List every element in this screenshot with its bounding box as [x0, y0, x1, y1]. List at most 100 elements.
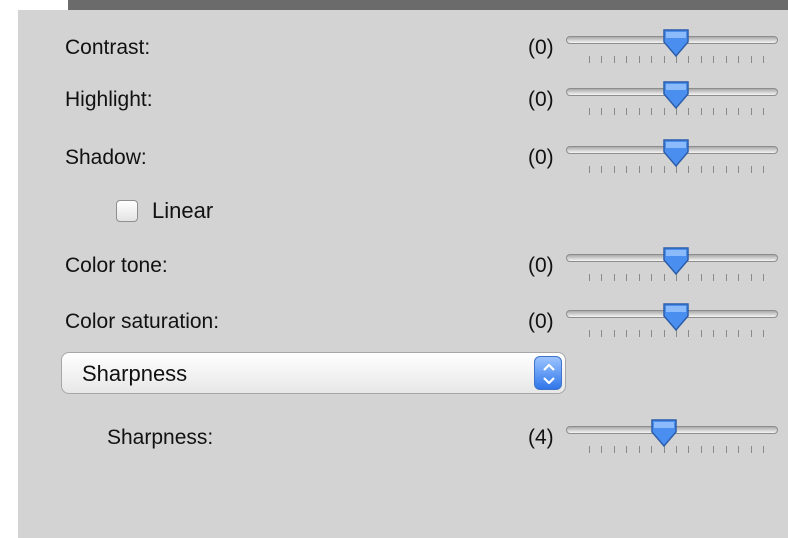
- slider-tick: [763, 446, 764, 453]
- slider-tick: [738, 108, 740, 115]
- slider-tick: [750, 108, 752, 115]
- slider-tick: [700, 330, 702, 337]
- popup-selected-label: Sharpness: [82, 361, 188, 386]
- adjustment-mode-popup[interactable]: Sharpness: [61, 352, 566, 394]
- slider-tick: [613, 56, 615, 63]
- color-tone-label: Color tone:: [65, 254, 168, 277]
- slider-tick: [601, 274, 603, 281]
- slider-tick: [713, 330, 715, 337]
- slider-tick: [725, 274, 727, 281]
- slider-thumb-icon[interactable]: [661, 80, 691, 110]
- highlight-value: (0): [528, 88, 554, 111]
- popup-arrows-icon: [543, 363, 555, 385]
- slider-tick: [638, 330, 640, 337]
- slider-tick: [589, 56, 590, 63]
- slider-tick: [638, 56, 640, 63]
- slider-tick: [651, 56, 653, 63]
- linear-checkbox[interactable]: [116, 200, 138, 222]
- slider-tick: [626, 330, 628, 337]
- sharpness-value: (4): [528, 426, 554, 449]
- slider-tick: [763, 274, 764, 281]
- slider-thumb-icon[interactable]: [661, 302, 691, 332]
- slider-tick: [738, 446, 740, 453]
- slider-thumb-icon[interactable]: [661, 246, 691, 276]
- color-saturation-slider[interactable]: [566, 302, 778, 346]
- slider-thumb-icon[interactable]: [649, 418, 679, 448]
- contrast-row: Contrast: (0): [18, 28, 788, 68]
- slider-tick: [601, 330, 603, 337]
- contrast-slider[interactable]: [566, 28, 778, 72]
- slider-tick: [638, 274, 640, 281]
- slider-thumb-icon[interactable]: [661, 138, 691, 168]
- slider-tick: [638, 108, 640, 115]
- slider-tick: [626, 56, 628, 63]
- slider-tick: [601, 166, 603, 173]
- slider-tick: [763, 56, 764, 63]
- slider-tick: [589, 108, 590, 115]
- slider-tick: [700, 446, 702, 453]
- sharpness-label: Sharpness:: [107, 426, 214, 449]
- slider-tick: [725, 56, 727, 63]
- slider-tick: [589, 166, 590, 173]
- slider-tick: [763, 166, 764, 173]
- image-adjustments-panel: Contrast: (0) Highlight: (0) Shadow: (0): [18, 10, 788, 538]
- slider-tick: [651, 108, 653, 115]
- slider-tick: [613, 446, 615, 453]
- color-saturation-label: Color saturation:: [65, 310, 220, 333]
- slider-tick: [725, 330, 727, 337]
- slider-tick: [651, 330, 653, 337]
- slider-tick: [651, 274, 653, 281]
- slider-tick: [626, 108, 628, 115]
- slider-tick: [750, 330, 752, 337]
- slider-tick: [713, 108, 715, 115]
- slider-tick: [763, 108, 764, 115]
- slider-tick: [601, 56, 603, 63]
- slider-tick: [738, 56, 740, 63]
- slider-tick: [738, 274, 740, 281]
- slider-tick: [626, 446, 628, 453]
- slider-tick: [750, 166, 752, 173]
- slider-tick: [750, 446, 752, 453]
- slider-thumb-icon[interactable]: [661, 28, 691, 58]
- slider-tick: [700, 166, 702, 173]
- slider-tick: [750, 274, 752, 281]
- color-tone-row: Color tone: (0): [18, 246, 788, 286]
- highlight-row: Highlight: (0): [18, 80, 788, 120]
- slider-tick: [725, 108, 727, 115]
- color-tone-slider[interactable]: [566, 246, 778, 290]
- slider-tick: [613, 108, 615, 115]
- window-top-bar: [68, 0, 788, 10]
- slider-tick: [651, 166, 653, 173]
- highlight-slider[interactable]: [566, 80, 778, 124]
- slider-tick: [763, 330, 764, 337]
- slider-tick: [601, 446, 603, 453]
- highlight-label: Highlight:: [65, 88, 153, 111]
- slider-tick: [713, 446, 715, 453]
- slider-tick: [713, 56, 715, 63]
- slider-tick: [738, 166, 740, 173]
- slider-tick: [688, 446, 690, 453]
- slider-tick: [700, 56, 702, 63]
- slider-tick: [638, 446, 640, 453]
- slider-tick: [589, 446, 590, 453]
- linear-checkbox-label: Linear: [152, 198, 214, 223]
- up-down-chevron-icon[interactable]: [534, 356, 562, 390]
- slider-tick: [613, 274, 615, 281]
- shadow-row: Shadow: (0): [18, 138, 788, 178]
- slider-tick: [626, 166, 628, 173]
- shadow-slider[interactable]: [566, 138, 778, 182]
- slider-tick: [725, 166, 727, 173]
- slider-tick: [589, 274, 590, 281]
- slider-tick: [713, 274, 715, 281]
- sharpness-slider[interactable]: [566, 418, 778, 462]
- shadow-value: (0): [528, 146, 554, 169]
- color-saturation-row: Color saturation: (0): [18, 302, 788, 342]
- slider-tick: [700, 274, 702, 281]
- slider-tick: [713, 166, 715, 173]
- slider-tick: [750, 56, 752, 63]
- slider-tick: [725, 446, 727, 453]
- shadow-label: Shadow:: [65, 146, 147, 169]
- color-saturation-value: (0): [528, 310, 554, 333]
- slider-tick: [626, 274, 628, 281]
- slider-tick: [613, 330, 615, 337]
